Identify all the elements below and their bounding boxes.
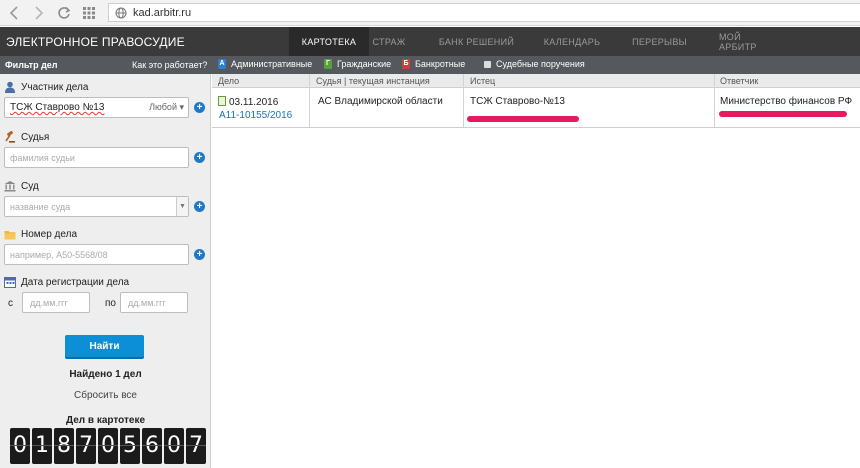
filter-sidebar: Участник дела ТСЖ Ставрово №13 Любой ▾ +… [0, 74, 211, 468]
counter-digit: 0 [98, 428, 118, 464]
person-icon [4, 81, 16, 93]
category-label: Банкротные [415, 59, 466, 69]
court-select[interactable]: название суда ▼ [4, 196, 189, 217]
tab-strazh[interactable]: СТРАЖ [369, 27, 409, 56]
court-label: Суд [4, 180, 39, 192]
reload-button[interactable] [53, 2, 75, 24]
date-from-input[interactable]: дд.мм.ггг [22, 292, 90, 313]
back-button[interactable] [3, 2, 25, 24]
counter-digit: 7 [76, 428, 96, 464]
globe-icon [115, 7, 127, 19]
tab-moy-arbitr[interactable]: МОЙ АРБИТР [719, 27, 781, 56]
browser-toolbar: kad.arbitr.ru [0, 0, 860, 26]
column-header-judge: Судья | текущая инстанция [316, 76, 430, 86]
filter-bar: Фильтр дел Как это работает? A Администр… [0, 56, 860, 74]
search-button[interactable]: Найти [65, 335, 144, 357]
date-to-label: по [105, 298, 116, 309]
judge-input[interactable]: фамилия судьи [4, 147, 189, 168]
administrative-icon: A [218, 59, 226, 69]
add-participant-icon[interactable]: + [194, 102, 205, 113]
case-number-link[interactable]: А11-10155/2016 [219, 110, 292, 121]
participant-label: Участник дела [4, 81, 88, 93]
counter-digit: 5 [120, 428, 140, 464]
counter-digit: 1 [32, 428, 52, 464]
forward-button[interactable] [28, 2, 50, 24]
add-case-number-icon[interactable]: + [194, 249, 205, 260]
category-label: Судебные поручения [496, 59, 585, 69]
court-cell: АС Владимирской области [318, 96, 443, 107]
apps-button[interactable] [78, 2, 100, 24]
site-header: ЭЛЕКТРОННОЕ ПРАВОСУДИЕ КАРТОТЕКА СТРАЖ Б… [0, 27, 860, 56]
defendant-highlight-mark [719, 111, 847, 117]
chevron-left-icon [9, 5, 18, 20]
folder-icon [4, 228, 16, 240]
participant-role-select[interactable]: Любой ▾ [149, 102, 184, 113]
url-text: kad.arbitr.ru [133, 6, 192, 19]
court-orders-icon [484, 61, 491, 68]
column-header-case: Дело [218, 76, 240, 86]
participant-input[interactable]: ТСЖ Ставрово №13 Любой ▾ [4, 97, 189, 118]
filter-title: Фильтр дел [5, 60, 58, 70]
counter-label: Дел в картотеке [65, 415, 146, 426]
civil-case-icon [218, 96, 226, 106]
add-judge-icon[interactable]: + [194, 152, 205, 163]
courthouse-icon [4, 180, 16, 192]
tab-kalendar[interactable]: КАЛЕНДАРЬ [544, 27, 600, 56]
add-court-icon[interactable]: + [194, 201, 205, 212]
judge-label: Судья [4, 131, 49, 143]
category-label: Административные [231, 59, 313, 69]
date-to-input[interactable]: дд.мм.ггг [120, 292, 188, 313]
case-number-input[interactable]: например, А50-5568/08 [4, 244, 189, 265]
column-header-plaintiff: Истец [470, 76, 496, 86]
site-logo[interactable]: ЭЛЕКТРОННОЕ ПРАВОСУДИЕ [6, 35, 185, 49]
counter-digit: 7 [186, 428, 206, 464]
tab-kartoteka[interactable]: КАРТОТЕКА [289, 27, 369, 56]
counter-digit: 8 [54, 428, 74, 464]
counter-digit: 0 [10, 428, 30, 464]
reg-date-label: Дата регистрации дела [4, 276, 129, 288]
defendant-cell[interactable]: Министерство финансов РФ [720, 96, 852, 107]
chevron-right-icon [35, 5, 44, 20]
date-from-label: с [8, 298, 13, 309]
found-count: Найдено 1 дел [69, 369, 142, 380]
counter-digit: 0 [164, 428, 184, 464]
plaintiff-cell[interactable]: ТСЖ Ставрово-№13 [470, 96, 565, 107]
case-number-label: Номер дела [4, 228, 77, 240]
gavel-icon [4, 131, 16, 143]
table-row[interactable]: 03.11.2016 А11-10155/2016 АС Владимирско… [212, 88, 860, 128]
case-counter: 0 1 8 7 0 5 6 0 7 [10, 428, 206, 464]
bankruptcy-icon: Б [402, 59, 410, 69]
address-bar[interactable]: kad.arbitr.ru [108, 3, 860, 22]
tab-pereryvy[interactable]: ПЕРЕРЫВЫ [600, 27, 719, 56]
category-label: Гражданские [337, 59, 392, 69]
how-it-works-link[interactable]: Как это работает? [132, 60, 207, 70]
case-date: 03.11.2016 [218, 96, 278, 108]
column-header-defendant: Ответчик [720, 76, 759, 86]
category-civil[interactable]: Г Гражданские [324, 59, 391, 69]
calendar-icon [4, 276, 16, 288]
participant-value: ТСЖ Ставрово №13 [10, 102, 105, 113]
reset-all-link[interactable]: Сбросить все [0, 390, 211, 401]
tab-bank-resheniy[interactable]: БАНК РЕШЕНИЙ [409, 27, 544, 56]
civil-icon: Г [324, 59, 332, 69]
category-bankruptcy[interactable]: Б Банкротные [402, 59, 465, 69]
plaintiff-highlight-mark [467, 116, 579, 122]
main-nav: КАРТОТЕКА СТРАЖ БАНК РЕШЕНИЙ КАЛЕНДАРЬ П… [289, 27, 781, 56]
counter-digit: 6 [142, 428, 162, 464]
category-court-orders[interactable]: Судебные поручения [484, 59, 585, 69]
category-administrative[interactable]: A Административные [218, 59, 312, 69]
dropdown-arrow-icon[interactable]: ▼ [176, 197, 188, 216]
reload-icon [58, 6, 71, 19]
apps-grid-icon [83, 6, 95, 19]
